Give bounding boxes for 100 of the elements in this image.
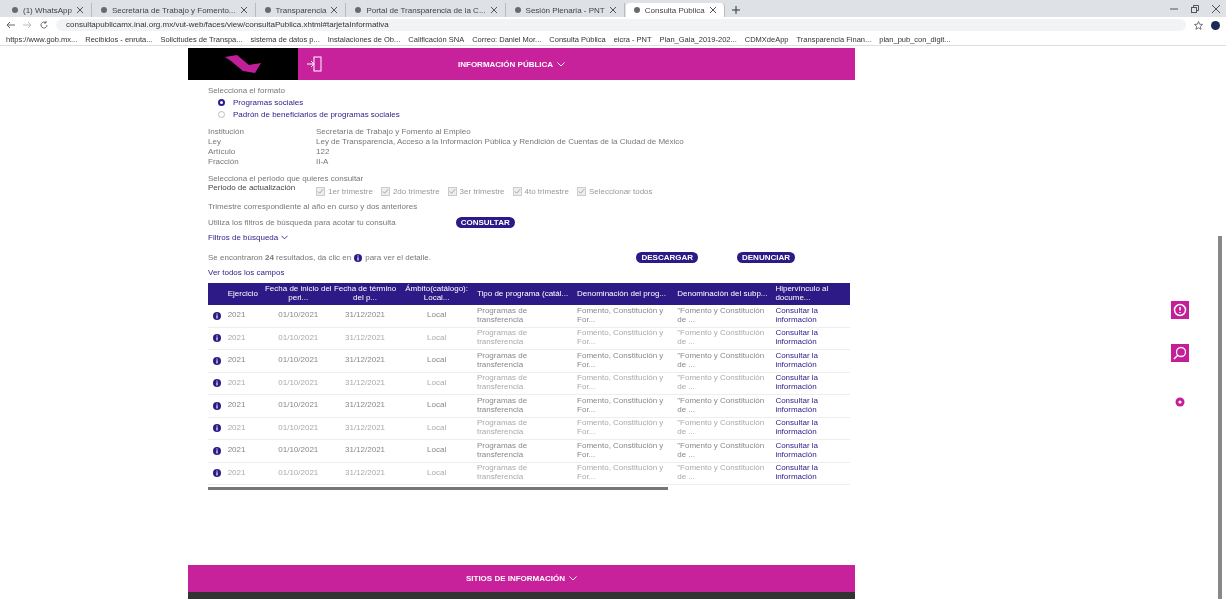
restore-icon[interactable] <box>1191 4 1199 13</box>
column-header[interactable]: Tipo de programa (catál... <box>474 289 576 299</box>
table-cell[interactable]: Consultar la información <box>775 306 850 325</box>
table-cell-text: 01/10/2021 <box>277 401 320 411</box>
radio-label[interactable]: Padrón de beneficiarios de programas sociales <box>233 110 400 119</box>
table-cell-text: 2021 <box>226 311 247 321</box>
table-cell[interactable]: Consultar la información <box>775 374 850 393</box>
table-cell[interactable]: Consultar la información <box>775 441 850 460</box>
filters-toggle[interactable]: Filtros de búsqueda <box>208 233 279 242</box>
radio-label[interactable]: Programas sociales <box>233 98 304 107</box>
info-icon[interactable] <box>212 334 221 343</box>
new-tab-icon[interactable] <box>731 6 740 14</box>
footer-title[interactable]: SITIOS DE INFORMACIÓN <box>465 574 566 583</box>
close-icon[interactable] <box>76 7 83 13</box>
back-icon[interactable] <box>6 21 15 29</box>
column-header[interactable]: Fecha de inicio del peri... <box>264 285 332 303</box>
checkbox[interactable] <box>380 187 390 196</box>
scrollbar-thumb[interactable] <box>208 487 668 490</box>
table-cell-text: 31/12/2021 <box>344 356 387 366</box>
close-icon[interactable] <box>490 7 497 13</box>
close-icon[interactable] <box>609 7 616 13</box>
table-cell-text: 2021 <box>226 356 247 366</box>
table-cell-text: "Fomento y Constitución de ... <box>676 396 766 415</box>
report-button[interactable]: DENUNCIAR <box>737 252 795 263</box>
table-cell-text: 31/12/2021 <box>344 401 387 411</box>
star-icon[interactable] <box>1194 20 1203 30</box>
close-icon[interactable] <box>1212 4 1220 13</box>
column-header[interactable]: Ejercicio <box>225 289 265 299</box>
alert-icon[interactable] <box>1171 301 1189 319</box>
table-cell-text: 31/12/2021 <box>344 446 387 456</box>
detail-label: Ley <box>208 137 222 146</box>
table-cell-text: Programas de transferencia <box>475 351 529 370</box>
table-cell-text: 01/10/2021 <box>277 356 320 366</box>
browser-tab[interactable]: Consulta Pública <box>625 3 725 17</box>
table-cell[interactable]: Consultar la información <box>775 329 850 348</box>
close-icon[interactable] <box>240 7 247 13</box>
download-button[interactable]: DESCARGAR <box>636 252 698 263</box>
table-cell-text: Fomento, Constitución y For... <box>576 441 665 460</box>
table-cell-text: Fomento, Constitución y For... <box>576 419 665 438</box>
dot-icon[interactable] <box>1175 397 1185 407</box>
table-cell-text: Fomento, Constitución y For... <box>576 329 665 348</box>
table-cell[interactable]: Consultar la información <box>775 396 850 415</box>
info-icon[interactable] <box>212 469 221 478</box>
table-cell-text: Programas de transferencia <box>475 441 529 460</box>
chevron-down-icon[interactable] <box>281 235 289 240</box>
table-cell-text: Local <box>426 356 448 366</box>
checkbox[interactable] <box>576 187 586 196</box>
table-cell-text: Fomento, Constitución y For... <box>576 351 665 370</box>
logo-icon <box>223 53 263 75</box>
checkbox[interactable] <box>512 187 522 196</box>
checkbox[interactable] <box>316 187 325 196</box>
table-cell[interactable]: Consultar la información <box>775 351 850 370</box>
column-header[interactable]: Hipervínculo al docume... <box>775 285 850 303</box>
column-header[interactable]: Fecha de término del p... <box>331 285 399 303</box>
table-cell-text: "Fomento y Constitución de ... <box>676 351 766 370</box>
detail-value: II-A <box>316 157 330 166</box>
detail-label: Artículo <box>208 147 237 156</box>
info-icon[interactable] <box>212 424 221 433</box>
column-header[interactable]: Ámbito(catálogo): Local... <box>398 285 475 303</box>
period-label: Periodo de actualización <box>208 183 297 192</box>
table-cell[interactable]: Consultar la información <box>775 419 850 438</box>
radio-button[interactable] <box>218 99 225 106</box>
table-cell-text: Programas de transferencia <box>475 374 529 393</box>
info-icon[interactable] <box>212 401 221 410</box>
close-icon[interactable] <box>331 7 338 13</box>
consult-button[interactable]: CONSULTAR <box>455 217 515 228</box>
table-cell-text: Local <box>426 423 448 433</box>
table-cell-text: Programas de transferencia <box>475 306 529 325</box>
table-cell-text: Local <box>426 378 448 388</box>
scrollbar-thumb[interactable] <box>1218 236 1222 599</box>
detail-label: Fracción <box>208 157 240 166</box>
detail-label: Institución <box>208 127 246 136</box>
column-header[interactable]: Denominación del prog... <box>575 289 676 299</box>
address-bar[interactable]: consultapublicamx.inai.org.mx/vut-web/faces/view/consultaPublica.xhtml#tarjetaInformativa <box>56 19 1186 31</box>
table-cell-text: 2021 <box>226 468 247 478</box>
table-cell-text: 01/10/2021 <box>277 423 320 433</box>
reload-icon[interactable] <box>40 21 48 29</box>
info-icon[interactable] <box>212 356 221 365</box>
detail-value: 122 <box>316 147 331 156</box>
table-cell-text: Programas de transferencia <box>475 329 529 348</box>
table-cell-text: 31/12/2021 <box>344 468 387 478</box>
close-icon[interactable] <box>709 7 716 13</box>
login-icon[interactable] <box>306 56 322 72</box>
checkbox[interactable] <box>447 187 457 196</box>
table-cell-text: "Fomento y Constitución de ... <box>676 374 766 393</box>
search-icon[interactable] <box>1171 344 1189 362</box>
avatar-icon[interactable] <box>1211 20 1220 30</box>
table-cell-text: "Fomento y Constitución de ... <box>676 329 766 348</box>
detail-value: Ley de Transparencia, Acceso a la Información Pública y Rendición de Cuentas de la Ciudad de México <box>316 137 685 146</box>
info-icon[interactable] <box>212 446 221 455</box>
column-header[interactable]: Denominación del subp... <box>675 289 776 299</box>
table-cell-text: 2021 <box>226 401 247 411</box>
table-cell-text: 2021 <box>226 423 247 433</box>
table-cell-text: 01/10/2021 <box>277 468 320 478</box>
all-fields-link[interactable]: Ver todos los campos <box>208 268 835 277</box>
info-icon[interactable] <box>212 379 221 388</box>
menu-title[interactable]: INFORMACIÓN PÚBLICA <box>458 59 554 69</box>
info-icon[interactable] <box>212 311 221 320</box>
table-cell[interactable]: Consultar la información <box>775 464 850 483</box>
table-cell-text: 31/12/2021 <box>344 311 387 321</box>
